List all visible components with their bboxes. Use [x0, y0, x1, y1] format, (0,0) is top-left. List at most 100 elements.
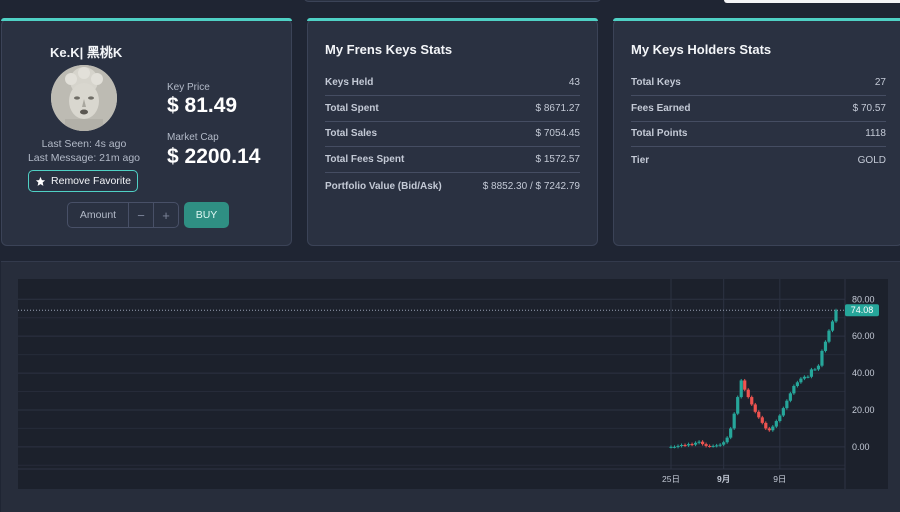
- frens-stats-card: My Frens Keys Stats Keys Held 43 Total Sp…: [307, 18, 598, 246]
- candle: [788, 393, 792, 401]
- candle: [722, 442, 726, 445]
- candle: [830, 321, 835, 331]
- stats-label: Total Spent: [325, 102, 379, 114]
- candle: [757, 411, 761, 418]
- candle: [785, 400, 789, 409]
- candle: [725, 437, 729, 443]
- candle: [679, 445, 684, 447]
- buy-button[interactable]: BUY: [184, 202, 229, 228]
- frens-stats-title: My Frens Keys Stats: [325, 42, 453, 57]
- y-tick-label: 60.00: [852, 331, 875, 341]
- stats-label: Fees Earned: [631, 102, 691, 114]
- candle: [743, 380, 747, 390]
- candle: [760, 417, 764, 423]
- price-chart-panel: 80.00 60.00 40.00 20.00 0.00 25日 9月 9日 74.08: [1, 261, 900, 512]
- stats-value: $ 7054.45: [535, 128, 581, 140]
- candle: [739, 380, 743, 398]
- candle: [715, 445, 719, 447]
- key-price-value: $ 81.49: [167, 94, 238, 117]
- candle: [813, 369, 817, 371]
- stats-row: Total Keys 27: [631, 70, 886, 96]
- candle: [767, 428, 771, 431]
- stats-row: Total Points 1118: [631, 122, 886, 148]
- stats-label: Total Keys: [631, 76, 681, 88]
- candle: [802, 376, 807, 379]
- candle: [708, 445, 712, 447]
- candle: [820, 350, 824, 366]
- remove-favorite-label: Remove Favorite: [51, 175, 131, 187]
- last-message: Last Message: 21m ago: [27, 152, 141, 164]
- candle: [778, 415, 782, 422]
- x-tick-label: 25日: [662, 474, 680, 484]
- candle: [823, 341, 828, 351]
- top-panel-edge: [303, 0, 602, 2]
- x-tick-label: 9日: [773, 474, 786, 484]
- y-tick-label: 20.00: [852, 405, 875, 415]
- candle: [806, 376, 810, 378]
- candle: [753, 404, 757, 412]
- stats-row: Total Fees Spent $ 1572.57: [325, 147, 581, 174]
- last-seen: Last Seen: 4s ago: [41, 138, 127, 150]
- candle: [683, 445, 687, 447]
- remove-favorite-button[interactable]: Remove Favorite: [28, 170, 138, 192]
- profile-name: Ke.K| 黑桃K: [50, 45, 123, 60]
- candle: [718, 444, 722, 446]
- candle: [750, 397, 754, 405]
- y-tick-label: 0.00: [852, 442, 870, 452]
- stats-label: Total Points: [631, 128, 688, 140]
- stats-label: Portfolio Value (Bid/Ask): [325, 180, 442, 192]
- stats-value: GOLD: [857, 154, 886, 166]
- market-cap-label: Market Cap: [167, 132, 219, 143]
- avatar: [51, 65, 117, 131]
- stats-row: Keys Held 43: [325, 70, 580, 96]
- candle: [697, 441, 701, 443]
- candle: [700, 441, 705, 445]
- candle: [799, 378, 803, 383]
- stats-label: Tier: [631, 154, 650, 166]
- last-price-label: 74.08: [851, 305, 874, 315]
- candle: [669, 446, 673, 448]
- stats-row: Portfolio Value (Bid/Ask) $ 8852.30 / $ 7…: [325, 173, 580, 199]
- candle: [693, 442, 698, 445]
- candle: [729, 428, 733, 438]
- stats-label: Keys Held: [325, 76, 374, 88]
- stats-label: Total Fees Spent: [325, 154, 405, 166]
- stats-value: $ 70.57: [852, 102, 886, 114]
- amount-input[interactable]: Amount: [68, 203, 129, 227]
- price-chart[interactable]: 80.00 60.00 40.00 20.00 0.00 25日 9月 9日 74.08: [18, 279, 888, 489]
- stats-row: Total Spent $ 8671.27: [325, 96, 580, 122]
- candle: [834, 310, 838, 322]
- x-tick-label: 9月: [717, 474, 730, 484]
- stats-value: $ 1572.57: [535, 154, 581, 166]
- candle: [736, 397, 740, 414]
- key-price-label: Key Price: [167, 82, 210, 93]
- y-tick-label: 40.00: [852, 368, 875, 378]
- candle: [676, 445, 680, 447]
- candle: [690, 444, 694, 446]
- star-icon: [35, 176, 46, 186]
- holders-stats-card: My Keys Holders Stats Total Keys 27 Fees …: [613, 18, 900, 246]
- candle: [704, 444, 708, 446]
- top-right-overlay: [724, 0, 900, 3]
- holders-stats-list: Total Keys 27 Fees Earned $ 70.57 Total Po…: [631, 70, 886, 173]
- stats-value: 43: [568, 76, 580, 88]
- increment-button[interactable]: +: [153, 203, 178, 227]
- candle: [732, 413, 736, 429]
- market-cap-value: $ 2200.14: [167, 145, 261, 168]
- stats-row: Total Sales $ 7054.45: [325, 122, 580, 148]
- candle: [764, 422, 768, 429]
- candle: [827, 330, 831, 342]
- stats-row: Fees Earned $ 70.57: [631, 96, 886, 122]
- holders-stats-title: My Keys Holders Stats: [631, 42, 772, 57]
- candle: [774, 421, 778, 427]
- candle: [816, 365, 821, 370]
- decrement-button[interactable]: −: [129, 203, 153, 227]
- y-tick-label: 80.00: [852, 294, 875, 304]
- candle: [711, 445, 715, 447]
- candle: [809, 369, 814, 377]
- frens-stats-list: Keys Held 43 Total Spent $ 8671.27 Total S…: [325, 70, 580, 199]
- stats-value: $ 8852.30 / $ 7242.79: [482, 180, 580, 192]
- candle: [746, 389, 750, 398]
- candle: [792, 385, 796, 394]
- stats-row: Tier GOLD: [631, 147, 886, 173]
